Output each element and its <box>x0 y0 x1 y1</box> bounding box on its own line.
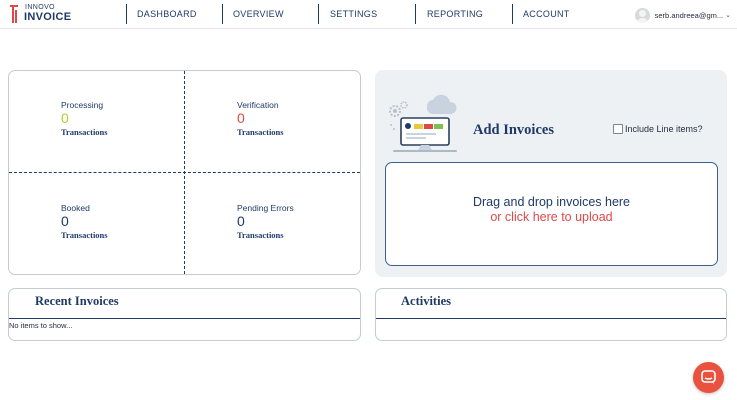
innovo-invoice-logo[interactable]: INNOVO INVOICE <box>8 3 108 25</box>
nav-item-dashboard[interactable]: DASHBOARD <box>137 9 197 19</box>
nav-separator <box>126 4 127 24</box>
stat-value: 0 <box>237 213 245 229</box>
stat-sub-label: Transactions <box>61 127 108 137</box>
logo-text-bottom: INVOICE <box>24 11 72 23</box>
nav-item-overview[interactable]: OVERVIEW <box>233 9 284 19</box>
nav-separator <box>222 4 223 24</box>
top-navigation-bar: INNOVO INVOICE DASHBOARD OVERVIEW SETTIN… <box>0 0 737 29</box>
stats-divider-horizontal <box>9 172 360 173</box>
stat-value: 0 <box>61 110 69 126</box>
stat-value: 0 <box>237 110 245 126</box>
invoice-upload-illustration-icon <box>389 94 457 152</box>
recent-invoices-empty-message: No items to show... <box>9 321 73 330</box>
include-line-items-toggle[interactable]: Include Line items? <box>613 124 703 134</box>
chat-button[interactable] <box>693 362 724 393</box>
nav-item-account[interactable]: ACCOUNT <box>523 9 570 19</box>
dropzone-instruction: Drag and drop invoices here <box>472 195 631 209</box>
add-invoices-title: Add Invoices <box>473 122 554 138</box>
logo-text-top: INNOVO <box>25 4 56 11</box>
chat-bubble-icon <box>701 370 716 385</box>
stat-label: Pending Errors <box>237 203 294 213</box>
nav-separator <box>415 4 416 24</box>
stat-sub-label: Transactions <box>237 230 284 240</box>
recent-invoices-title: Recent Invoices <box>35 294 119 308</box>
include-line-items-label[interactable]: Include Line items? <box>625 124 703 134</box>
user-menu[interactable]: serb.andreea@gm... ⌄ <box>634 6 731 24</box>
recent-invoices-panel: Recent Invoices No items to show... <box>8 288 361 341</box>
stat-label: Booked <box>61 203 90 213</box>
panel-divider <box>9 318 360 319</box>
stat-booked[interactable]: Booked 0 Transactions <box>61 203 108 240</box>
logo-mark-icon <box>10 5 18 23</box>
stat-processing[interactable]: Processing 0 Transactions <box>61 100 108 137</box>
stat-sub-label: Transactions <box>61 230 108 240</box>
nav-separator <box>512 4 513 24</box>
stat-pending-errors[interactable]: Pending Errors 0 Transactions <box>237 203 294 240</box>
nav-item-reporting[interactable]: REPORTING <box>427 9 483 19</box>
stat-sub-label: Transactions <box>237 127 284 137</box>
activities-panel: Activities <box>375 288 727 341</box>
stat-label: Verification <box>237 100 279 110</box>
chevron-down-icon: ⌄ <box>725 12 731 19</box>
nav-separator <box>318 4 319 24</box>
add-invoices-panel: Add Invoices Include Line items? Drag an… <box>375 70 727 277</box>
user-email: serb.andreea@gm... <box>654 10 724 20</box>
include-line-items-checkbox[interactable] <box>613 124 623 134</box>
stat-verification[interactable]: Verification 0 Transactions <box>237 100 284 137</box>
panel-divider <box>376 318 726 319</box>
activities-title: Activities <box>401 294 451 308</box>
user-avatar-icon <box>634 7 650 23</box>
stat-label: Processing <box>61 100 104 110</box>
invoice-dropzone[interactable]: Drag and drop invoices here or click her… <box>385 162 718 266</box>
stat-value: 0 <box>61 213 69 229</box>
upload-link[interactable]: or click here to upload <box>386 210 717 224</box>
transaction-stats-card: Processing 0 Transactions Verification 0… <box>8 70 361 275</box>
nav-item-settings[interactable]: SETTINGS <box>330 9 377 19</box>
